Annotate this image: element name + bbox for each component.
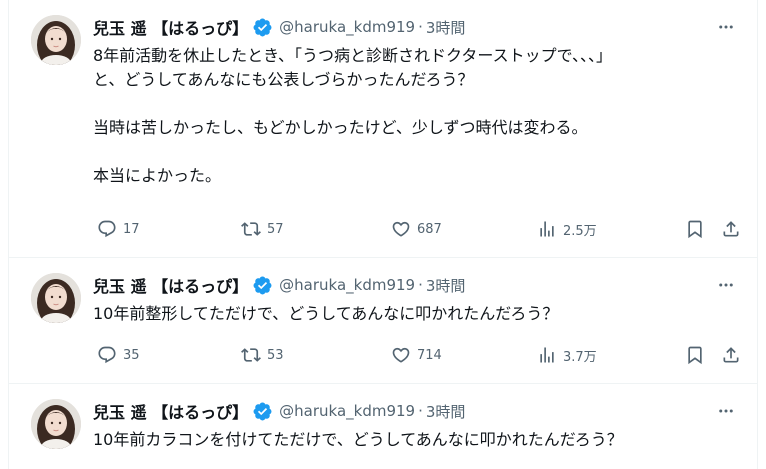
timestamp[interactable]: 3時間 (426, 401, 466, 422)
retweet-icon (241, 345, 261, 365)
reply-button[interactable]: 17 (97, 217, 140, 241)
timeline-feed: 兒玉 遥 【はるっぴ】 @haruka_kdm919 · 3時間 8年前活動を休… (8, 0, 758, 469)
bookmark-icon (685, 345, 705, 365)
share-button[interactable] (721, 343, 741, 367)
views-button[interactable]: 3.7万 (537, 343, 597, 367)
retweet-count: 53 (267, 347, 284, 363)
reply-icon (97, 219, 117, 239)
share-icon (721, 219, 741, 239)
tweet-text: 8年前活動を休止したとき、「うつ病と診断されドクターストップで、、、」 と、どう… (93, 46, 612, 185)
share-icon (721, 345, 741, 365)
tweet-text: 10年前整形してただけで、どうしてあんなに叩かれたんだろう？ (93, 304, 559, 323)
view-count: 3.7万 (563, 349, 597, 365)
views-button[interactable]: 2.5万 (537, 217, 597, 241)
views-chart-icon (537, 345, 557, 365)
separator-dot: · (418, 18, 423, 36)
retweet-button[interactable]: 57 (241, 217, 284, 241)
tweet[interactable]: 兒玉 遥 【はるっぴ】 @haruka_kdm919 · 3時間 8年前活動を休… (9, 0, 758, 258)
more-dots-icon[interactable] (714, 273, 738, 297)
timestamp[interactable]: 3時間 (426, 17, 466, 38)
like-count: 714 (417, 347, 442, 363)
verified-badge-icon (252, 401, 273, 422)
retweet-button[interactable]: 53 (241, 343, 284, 367)
tweet[interactable]: 兒玉 遥 【はるっぴ】 @haruka_kdm919 · 3時間 10年前カラコ… (9, 384, 758, 469)
separator-dot: · (418, 402, 423, 420)
display-name[interactable]: 兒玉 遥 【はるっぴ】 (93, 273, 248, 297)
display-name[interactable]: 兒玉 遥 【はるっぴ】 (93, 399, 248, 423)
reply-button[interactable]: 35 (97, 343, 140, 367)
reply-count: 35 (123, 347, 140, 363)
view-count: 2.5万 (563, 223, 597, 239)
tweet-header: 兒玉 遥 【はるっぴ】 @haruka_kdm919 · 3時間 (93, 14, 465, 40)
bookmark-button[interactable] (685, 343, 705, 367)
bookmark-icon (685, 219, 705, 239)
reply-icon (97, 345, 117, 365)
verified-badge-icon (252, 275, 273, 296)
tweet-header: 兒玉 遥 【はるっぴ】 @haruka_kdm919 · 3時間 (93, 272, 465, 298)
timestamp[interactable]: 3時間 (426, 275, 466, 296)
retweet-icon (241, 219, 261, 239)
more-dots-icon[interactable] (714, 399, 738, 423)
tweet[interactable]: 兒玉 遥 【はるっぴ】 @haruka_kdm919 · 3時間 10年前整形し… (9, 258, 758, 384)
like-button[interactable]: 714 (391, 343, 442, 367)
heart-icon (391, 219, 411, 239)
like-button[interactable]: 687 (391, 217, 442, 241)
views-chart-icon (537, 219, 557, 239)
reply-count: 17 (123, 221, 140, 237)
user-handle[interactable]: @haruka_kdm919 (279, 402, 415, 420)
user-handle[interactable]: @haruka_kdm919 (279, 18, 415, 36)
tweet-actions: 35 53 714 3.7万 (93, 343, 748, 367)
share-button[interactable] (721, 217, 741, 241)
avatar[interactable] (31, 273, 81, 323)
tweet-actions: 17 57 687 2.5万 (93, 217, 748, 241)
more-dots-icon[interactable] (714, 15, 738, 39)
retweet-count: 57 (267, 221, 284, 237)
display-name[interactable]: 兒玉 遥 【はるっぴ】 (93, 15, 248, 39)
avatar[interactable] (31, 399, 81, 449)
tweet-header: 兒玉 遥 【はるっぴ】 @haruka_kdm919 · 3時間 (93, 398, 465, 424)
tweet-text: 10年前カラコンを付けてただけで、どうしてあんなに叩かれたんだろう？ (93, 430, 623, 449)
bookmark-button[interactable] (685, 217, 705, 241)
like-count: 687 (417, 221, 442, 237)
verified-badge-icon (252, 17, 273, 38)
user-handle[interactable]: @haruka_kdm919 (279, 276, 415, 294)
heart-icon (391, 345, 411, 365)
separator-dot: · (418, 276, 423, 294)
avatar[interactable] (31, 15, 81, 65)
